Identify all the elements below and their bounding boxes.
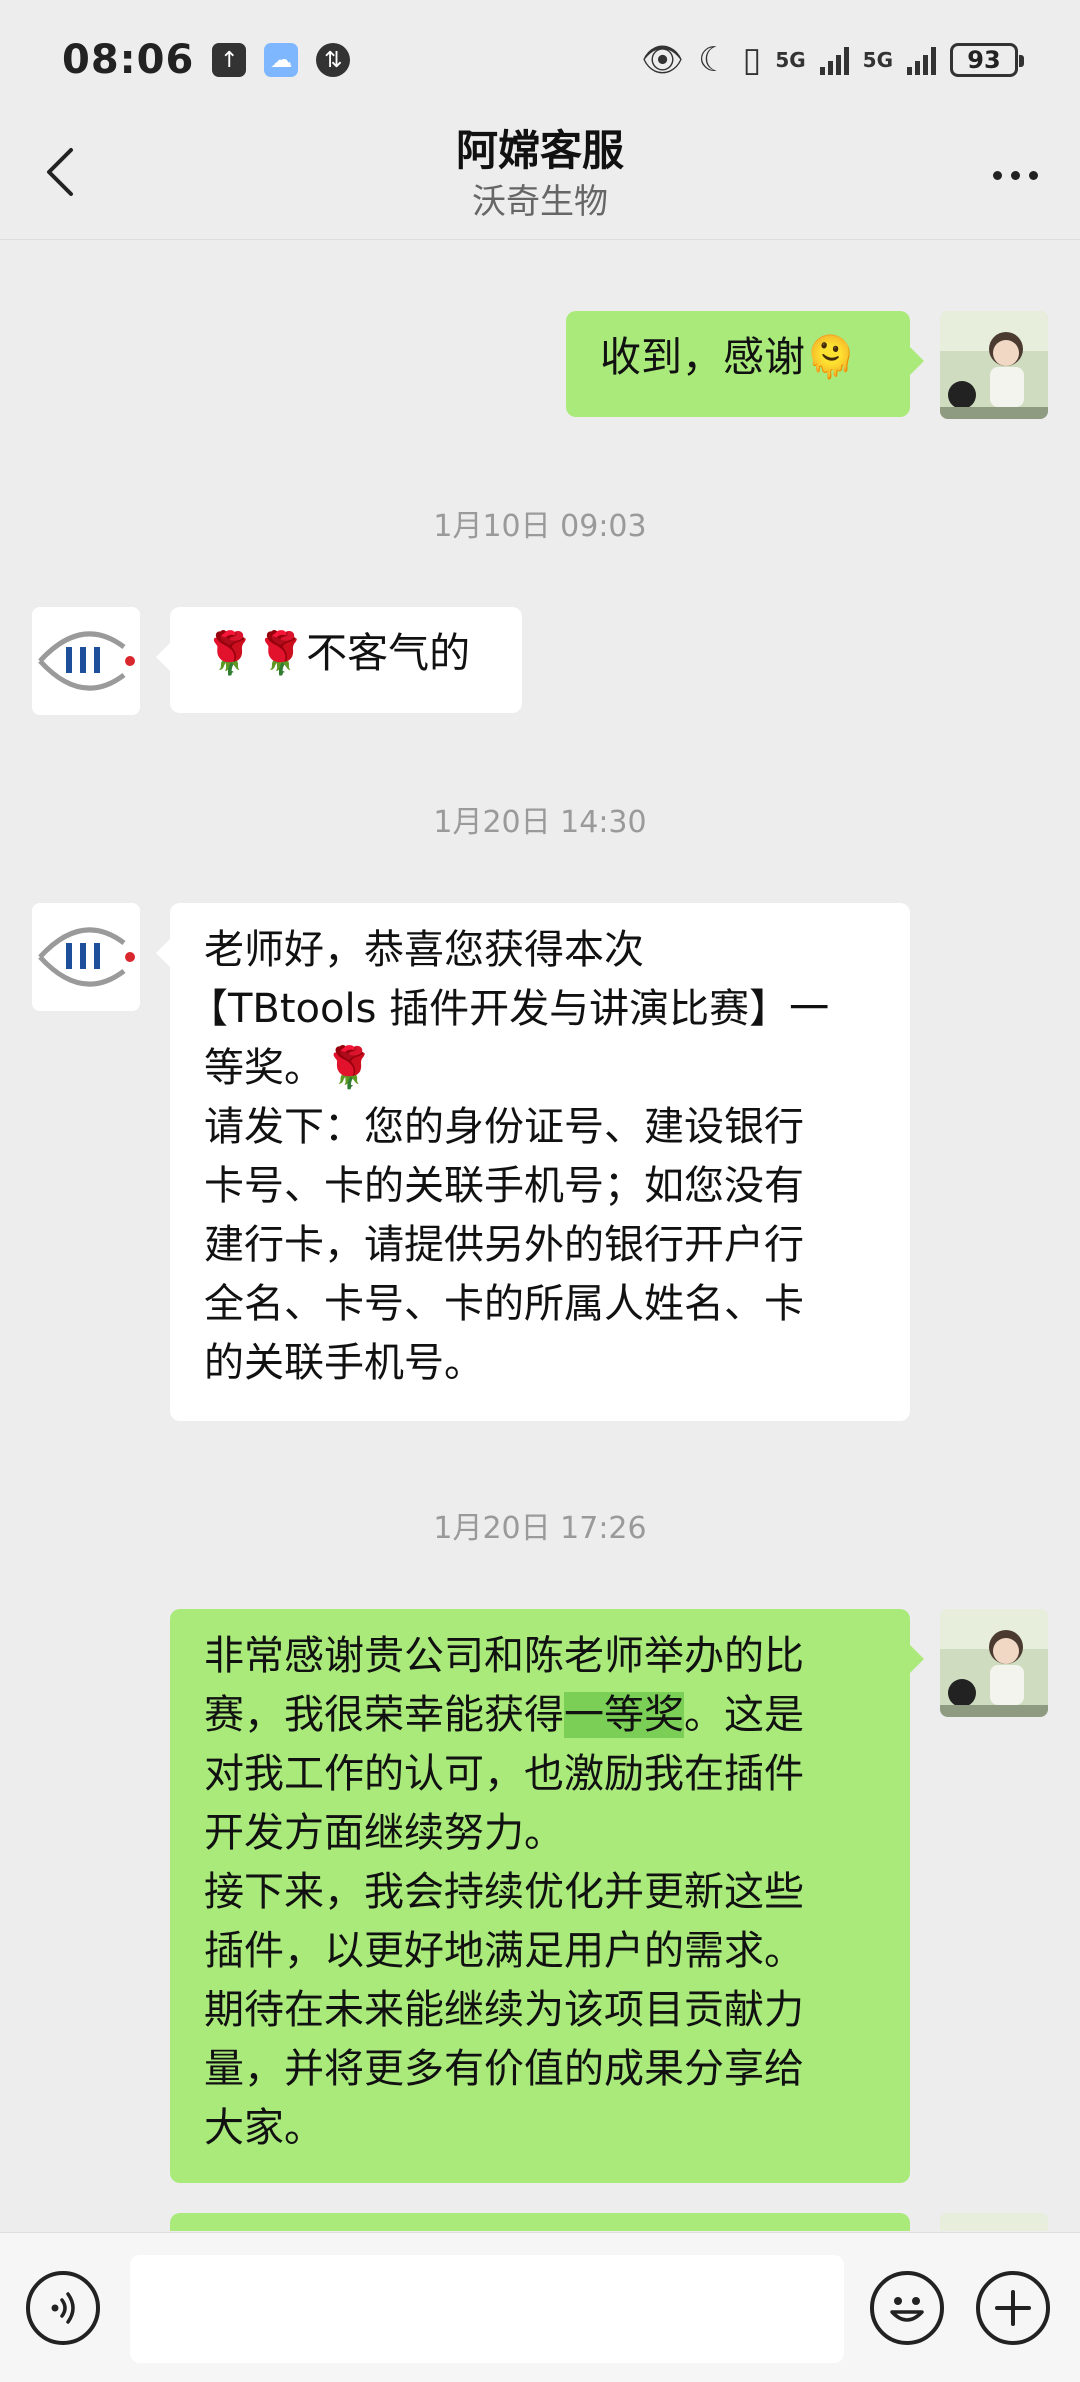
- voice-icon: [51, 2292, 75, 2324]
- chat-header: 阿嫦客服 沃奇生物: [0, 120, 1080, 240]
- message-line: 接下来，我会持续优化并更新这些: [204, 1869, 804, 1915]
- timestamp: 1月20日 14:30: [433, 805, 647, 840]
- message-line: 对我工作的认可，也激励我在插件: [204, 1751, 804, 1797]
- moon-icon: ☾: [698, 40, 729, 80]
- input-bar: [0, 2232, 1080, 2382]
- eye-icon: 👁: [640, 40, 685, 80]
- avatar[interactable]: [940, 311, 1048, 419]
- message-bubble-outgoing[interactable]: 非常感谢贵公司和陈老师举办的比 赛，我很荣幸能获得一等奖。这是 对我工作的认可，…: [170, 1609, 924, 2183]
- avatar[interactable]: [32, 903, 140, 1011]
- data-transfer-icon: ⇅: [316, 43, 351, 77]
- message-bubble-outgoing[interactable]: 收到，感谢🫠: [566, 311, 924, 417]
- signal-label-2: 5G: [862, 48, 893, 72]
- user-avatar-icon: [940, 2213, 1048, 2231]
- status-right: 👁 ☾ ▯ 5G 5G 93: [640, 40, 1024, 80]
- message-line: 请发下：您的身份证号、建设银行: [204, 1104, 804, 1150]
- signal-label-1: 5G: [775, 48, 806, 72]
- company-logo-icon: [32, 903, 140, 1011]
- upload-icon: ↑: [212, 43, 247, 77]
- message-input[interactable]: [130, 2255, 844, 2363]
- message-line: 老师好，恭喜您获得本次: [204, 927, 644, 973]
- signal-bars-1-icon: [819, 45, 849, 75]
- message-line: 插件，以更好地满足用户的需求。: [204, 1928, 804, 1974]
- clock: 08:06: [62, 37, 195, 83]
- message-bubble-incoming[interactable]: 🌹🌹不客气的: [156, 607, 522, 713]
- message-line: 量，并将更多有价值的成果分享给: [204, 2046, 804, 2092]
- chat-title: 阿嫦客服: [455, 126, 624, 175]
- voice-button[interactable]: [26, 2271, 100, 2345]
- message-line: 期待在未来能继续为该项目贡献力: [204, 1987, 804, 2033]
- avatar[interactable]: [940, 2213, 1048, 2231]
- battery-indicator: 93: [950, 43, 1024, 77]
- avatar[interactable]: [940, 1609, 1048, 1717]
- plus-icon: [995, 2290, 1031, 2326]
- message-fragment: 。这是: [684, 1692, 804, 1738]
- title-block: 阿嫦客服 沃奇生物: [0, 122, 1080, 224]
- emoji-button[interactable]: [870, 2271, 944, 2345]
- message-line: 非常感谢贵公司和陈老师举办的比: [204, 1633, 804, 1679]
- vibrate-icon: ▯: [742, 40, 762, 80]
- message-line: 赛，我很荣幸能获得一等奖。这是: [204, 1686, 892, 1745]
- weather-icon: ☁: [264, 43, 299, 77]
- message-line: 开发方面继续努力。: [204, 1810, 564, 1856]
- message-bubble-incoming[interactable]: 老师好，恭喜您获得本次 【TBtools 插件开发与讲演比赛】一 等奖。🌹 请发…: [156, 903, 910, 1421]
- message-text: 收到，感谢🫠: [600, 333, 857, 381]
- message-line: 的关联手机号。: [204, 1340, 484, 1386]
- chat-subtitle: 沃奇生物: [472, 182, 608, 222]
- more-dot-icon: [992, 170, 1002, 180]
- more-options-button[interactable]: [980, 150, 1050, 200]
- timestamp: 1月10日 09:03: [433, 509, 647, 544]
- smiley-icon: [890, 2297, 924, 2322]
- chat-area[interactable]: 收到，感谢🫠 1月10日 09:03 🌹🌹不客气的 1月20日 14:30 老师…: [0, 241, 1080, 2231]
- more-dot-icon: [1028, 170, 1038, 180]
- message-line: 卡号、卡的关联手机号；如您没有: [204, 1163, 804, 1209]
- timestamp: 1月20日 17:26: [433, 1511, 647, 1546]
- user-avatar-icon: [940, 1609, 1048, 1717]
- message-line: 大家。: [204, 2105, 324, 2151]
- message-line: 等奖。🌹: [204, 1045, 374, 1091]
- company-logo-icon: [32, 607, 140, 715]
- message-text: 🌹🌹不客气的: [204, 629, 471, 677]
- message-fragment: 赛，我很荣幸能获得: [204, 1692, 564, 1738]
- message-line: 全名、卡号、卡的所属人姓名、卡: [204, 1281, 804, 1327]
- highlighted-text[interactable]: 一等奖: [564, 1692, 684, 1738]
- message-bubble-outgoing[interactable]: [170, 2213, 910, 2231]
- message-line: 建行卡，请提供另外的银行开户行: [204, 1222, 804, 1268]
- user-avatar-icon: [940, 311, 1048, 419]
- signal-bars-2-icon: [907, 45, 936, 75]
- message-line: 【TBtools 插件开发与讲演比赛】一: [188, 986, 830, 1032]
- status-bar: 08:06 ↑ ☁ ⇅ 👁 ☾ ▯ 5G 5G 93: [0, 0, 1080, 120]
- status-left: 08:06 ↑ ☁ ⇅: [62, 37, 351, 83]
- add-attachment-button[interactable]: [976, 2271, 1050, 2345]
- avatar[interactable]: [32, 607, 140, 715]
- more-dot-icon: [1010, 170, 1020, 180]
